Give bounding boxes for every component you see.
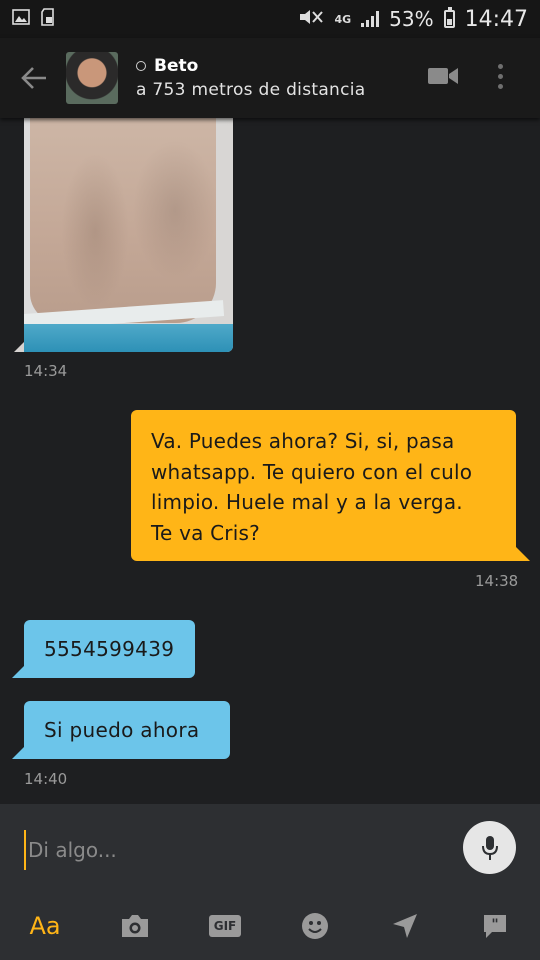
photo-message[interactable] (24, 118, 233, 352)
contact-distance: a 753 metros de distancia (136, 80, 366, 100)
sd-card-icon (40, 8, 56, 30)
gif-icon: GIF (208, 915, 242, 937)
message-line: whatsapp. Te quiero con el culo (151, 459, 473, 484)
voice-message-button[interactable] (463, 821, 516, 874)
text-format-label: Aa (29, 912, 61, 940)
incoming-message[interactable]: Si puedo ahora (12, 701, 230, 759)
message-input[interactable] (24, 830, 424, 870)
battery-icon (443, 7, 455, 28)
camera-icon (122, 915, 148, 937)
chat-header: Beto a 753 metros de distancia (0, 38, 540, 118)
composer: Aa GIF " (0, 804, 540, 960)
location-arrow-icon (393, 914, 417, 938)
gif-button[interactable]: GIF (198, 899, 252, 953)
message-line: Va. Puedes ahora? Si, si, pasa (151, 429, 455, 453)
dot (498, 74, 503, 79)
avatar[interactable] (66, 52, 118, 104)
message-timestamp: 14:40 (24, 770, 68, 788)
back-arrow-icon (21, 67, 46, 89)
send-location-button[interactable] (378, 899, 432, 953)
photo-content (30, 118, 216, 323)
status-dot-icon (136, 61, 146, 71)
battery-percent: 53% (389, 7, 434, 31)
microphone-icon (481, 835, 498, 860)
status-left (12, 8, 56, 30)
outgoing-message[interactable]: Va. Puedes ahora? Si, si, pasa whatsapp.… (131, 410, 530, 561)
composer-toolbar: Aa GIF " (0, 892, 540, 960)
message-line: limpio. Huele mal y a la verga. (151, 490, 463, 514)
sticker-button[interactable] (288, 899, 342, 953)
camera-button[interactable] (108, 899, 162, 953)
message-timestamp: 14:38 (475, 572, 519, 590)
signal-icon (361, 11, 380, 27)
status-bar: 4G 53% 14:47 (0, 0, 540, 38)
clock: 14:47 (464, 6, 528, 32)
dot (498, 64, 503, 69)
video-camera-icon (428, 68, 458, 84)
svg-text:": " (491, 917, 498, 933)
status-right: 4G 53% 14:47 (298, 7, 528, 32)
input-row (0, 804, 540, 892)
contact-info[interactable]: Beto a 753 metros de distancia (136, 56, 366, 100)
contact-name-row: Beto (136, 56, 366, 76)
contact-name: Beto (154, 56, 199, 76)
dot (498, 84, 503, 89)
quote-bubble-icon: " (484, 915, 506, 938)
network-type-icon: 4G (334, 12, 352, 26)
incoming-message[interactable]: 5554599439 (12, 620, 195, 678)
more-options-button[interactable] (498, 64, 503, 89)
message-timestamp: 14:34 (24, 362, 68, 380)
text-format-button[interactable]: Aa (18, 899, 72, 953)
video-call-button[interactable] (428, 66, 458, 90)
photo-shorts (24, 324, 233, 352)
saved-phrases-button[interactable]: " (468, 899, 522, 953)
message-list[interactable]: 14:34 Va. Puedes ahora? Si, si, pasa wha… (0, 118, 540, 804)
mute-icon (298, 9, 324, 29)
gallery-notification-icon (12, 9, 30, 29)
message-line: Te va Cris? (151, 520, 260, 545)
back-button[interactable] (6, 38, 62, 118)
smiley-icon (302, 913, 328, 939)
